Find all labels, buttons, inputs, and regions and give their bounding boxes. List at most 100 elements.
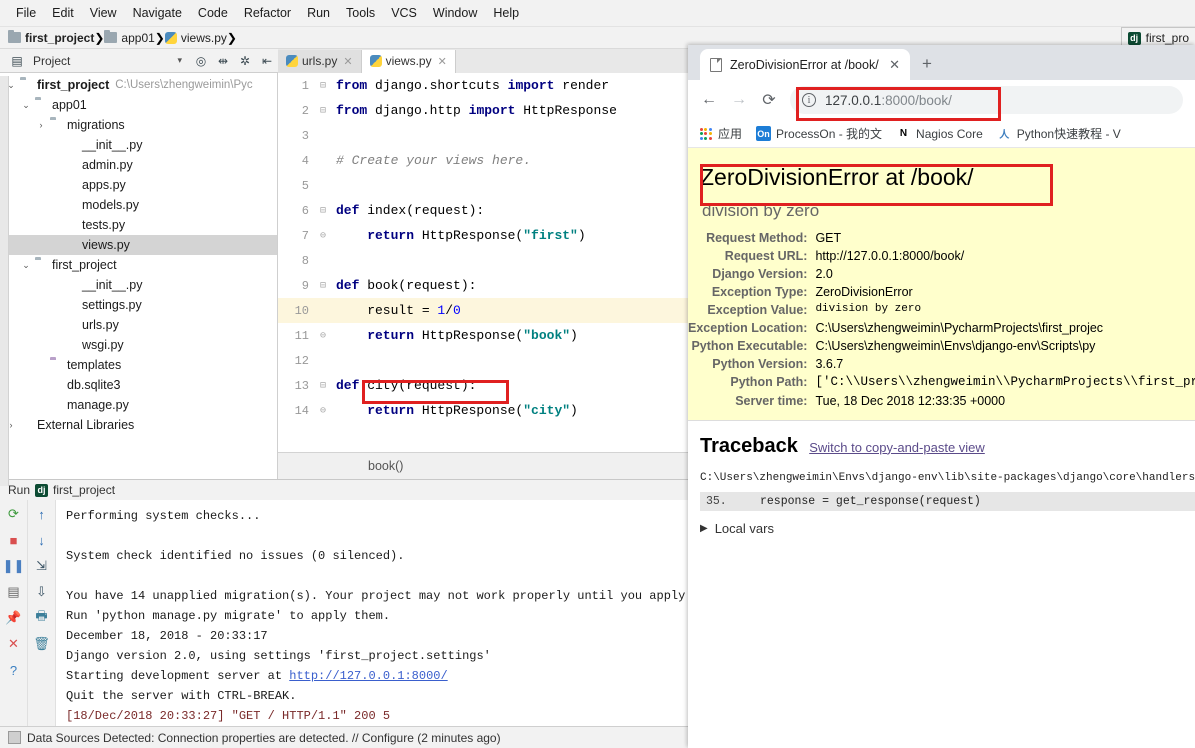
status-bar-text[interactable]: Data Sources Detected: Connection proper… (27, 731, 501, 745)
bookmark-item-2[interactable]: NNagios Core (896, 126, 983, 141)
server-time-row: Server time:Tue, 18 Dec 2018 12:33:35 +0… (688, 392, 1195, 410)
breadcrumb-label: first_project (25, 31, 94, 45)
soft-wrap-icon[interactable]: ⇲ (34, 558, 50, 574)
tree-item-first-project[interactable]: ⌄first_projectC:\Users\zhengweimin\Pyc (0, 75, 277, 95)
tree-item-models-py[interactable]: models.py (0, 195, 277, 215)
fold-marker[interactable]: ⊟ (316, 105, 330, 117)
fold-marker[interactable]: ⊟ (316, 205, 330, 217)
tree-item-apps-py[interactable]: apps.py (0, 175, 277, 195)
close-icon[interactable]: ✕ (6, 636, 22, 652)
tree-item-tests-py[interactable]: tests.py (0, 215, 277, 235)
arrow-up-icon[interactable]: ↑ (34, 506, 50, 522)
menu-item-view[interactable]: View (82, 3, 125, 23)
run-config-name[interactable]: first_project (53, 483, 115, 497)
address-bar[interactable]: i 127.0.0.1:8000/book/ (790, 86, 1183, 114)
menu-item-vcs[interactable]: VCS (383, 3, 425, 23)
tree-item---init---py[interactable]: __init__.py (0, 135, 277, 155)
breadcrumb-item-1[interactable]: app01 (104, 31, 154, 45)
menu-item-file[interactable]: File (8, 3, 44, 23)
python-file-icon (165, 32, 177, 44)
editor-tab-urls-py[interactable]: urls.py ✕ (278, 50, 362, 73)
forward-button[interactable]: → (724, 85, 754, 115)
fold-marker[interactable]: ⊖ (316, 330, 330, 342)
project-tree[interactable]: ⌄first_projectC:\Users\zhengweimin\Pyc⌄a… (0, 73, 278, 479)
chevron-down-icon[interactable]: ⌄ (19, 260, 33, 271)
export-icon[interactable]: ⇩ (34, 584, 50, 600)
breadcrumb-item-0[interactable]: first_project (8, 31, 94, 45)
url-text: 127.0.0.1:8000/book/ (825, 93, 952, 108)
django-icon: dj (35, 484, 48, 497)
info-icon[interactable]: i (802, 93, 816, 107)
code-token: city(request): (359, 378, 476, 393)
close-tab-icon[interactable]: ✕ (889, 57, 900, 73)
tree-item-templates[interactable]: templates (0, 355, 277, 375)
locate-icon[interactable]: ◎ (193, 53, 209, 69)
print-icon[interactable]: 🖶 (34, 610, 50, 626)
menu-item-navigate[interactable]: Navigate (125, 3, 190, 23)
menu-item-code[interactable]: Code (190, 3, 236, 23)
tree-item-urls-py[interactable]: urls.py (0, 315, 277, 335)
breadcrumb-item-2[interactable]: views.py (165, 31, 227, 45)
back-button[interactable]: ← (694, 85, 724, 115)
tree-item-app01[interactable]: ⌄app01 (0, 95, 277, 115)
tree-item-migrations[interactable]: ›migrations (0, 115, 277, 135)
trash-icon[interactable]: 🗑 (34, 636, 50, 652)
tree-item-external-libraries[interactable]: ›External Libraries (0, 415, 277, 435)
close-tab-icon[interactable]: ✕ (438, 55, 447, 68)
dev-server-url-link[interactable]: http://127.0.0.1:8000/ (289, 669, 447, 683)
chevron-right-icon[interactable]: › (34, 120, 48, 130)
fold-marker[interactable]: ⊖ (316, 405, 330, 417)
editor-tab-views-py[interactable]: views.py✕ (362, 50, 456, 73)
project-toolwindow-header: ▤ Project ▾ ◎ ⇹ ✲ ⇤ (0, 53, 278, 69)
fold-marker[interactable]: ⊖ (316, 230, 330, 242)
bookmark-item-1[interactable]: OnProcessOn - 我的文 (756, 125, 882, 142)
fold-marker[interactable]: ⊟ (316, 380, 330, 392)
bookmark-item-3[interactable]: 人Python快速教程 - V (997, 125, 1121, 142)
tree-item-manage-py[interactable]: manage.py (0, 395, 277, 415)
tree-item-views-py[interactable]: views.py (0, 235, 277, 255)
tree-item-label: db.sqlite3 (67, 378, 121, 392)
stop-icon[interactable]: ■ (6, 532, 22, 548)
rerun-icon[interactable]: ⟳ (6, 506, 22, 522)
browser-tab-title: ZeroDivisionError at /book/ (730, 58, 879, 72)
code-token: HttpResponse( (414, 228, 523, 243)
arrow-down-icon[interactable]: ↓ (34, 532, 50, 548)
tree-item-admin-py[interactable]: admin.py (0, 155, 277, 175)
menu-item-window[interactable]: Window (425, 3, 485, 23)
error-meta-row: Python Executable:C:\Users\zhengweimin\E… (688, 337, 1195, 355)
restore-layout-icon[interactable]: ▤ (6, 584, 22, 600)
fold-marker[interactable]: ⊟ (316, 280, 330, 292)
tree-item-first-project[interactable]: ⌄first_project (0, 255, 277, 275)
menu-item-run[interactable]: Run (299, 3, 338, 23)
tree-item-label: views.py (82, 238, 130, 252)
help-icon[interactable]: ? (6, 662, 22, 678)
pause-icon[interactable]: ❚❚ (6, 558, 22, 574)
line-number: 8 (278, 254, 316, 268)
page-icon (710, 58, 722, 72)
hide-icon[interactable]: ⇤ (259, 53, 275, 69)
browser-tab[interactable]: ZeroDivisionError at /book/ ✕ (700, 49, 910, 80)
fold-marker[interactable]: ⊟ (316, 80, 330, 92)
local-vars-toggle[interactable]: ▶ Local vars (700, 521, 1195, 536)
collapse-all-icon[interactable]: ⇹ (215, 53, 231, 69)
menu-item-refactor[interactable]: Refactor (236, 3, 299, 23)
tree-item---init---py[interactable]: __init__.py (0, 275, 277, 295)
error-meta-value: 3.6.7 (815, 355, 1195, 373)
bookmark-item-0[interactable]: 应用 (698, 125, 742, 142)
line-number: 3 (278, 129, 316, 143)
tree-item-wsgi-py[interactable]: wsgi.py (0, 335, 277, 355)
new-tab-button[interactable]: + (922, 54, 932, 74)
tree-item-settings-py[interactable]: settings.py (0, 295, 277, 315)
pin-icon[interactable]: 📌 (6, 610, 22, 626)
reload-button[interactable]: ⟳ (754, 85, 784, 115)
chevron-down-icon[interactable]: ⌄ (19, 100, 33, 111)
gear-icon[interactable]: ✲ (237, 53, 253, 69)
menu-item-tools[interactable]: Tools (338, 3, 383, 23)
switch-to-copy-paste-link[interactable]: Switch to copy-and-paste view (809, 440, 985, 455)
chevron-down-icon[interactable]: ▾ (177, 55, 182, 66)
editor-tab-label: urls.py (302, 54, 337, 68)
tree-item-db-sqlite3[interactable]: db.sqlite3 (0, 375, 277, 395)
close-tab-icon[interactable]: ✕ (343, 55, 352, 68)
menu-item-help[interactable]: Help (485, 3, 527, 23)
menu-item-edit[interactable]: Edit (44, 3, 82, 23)
